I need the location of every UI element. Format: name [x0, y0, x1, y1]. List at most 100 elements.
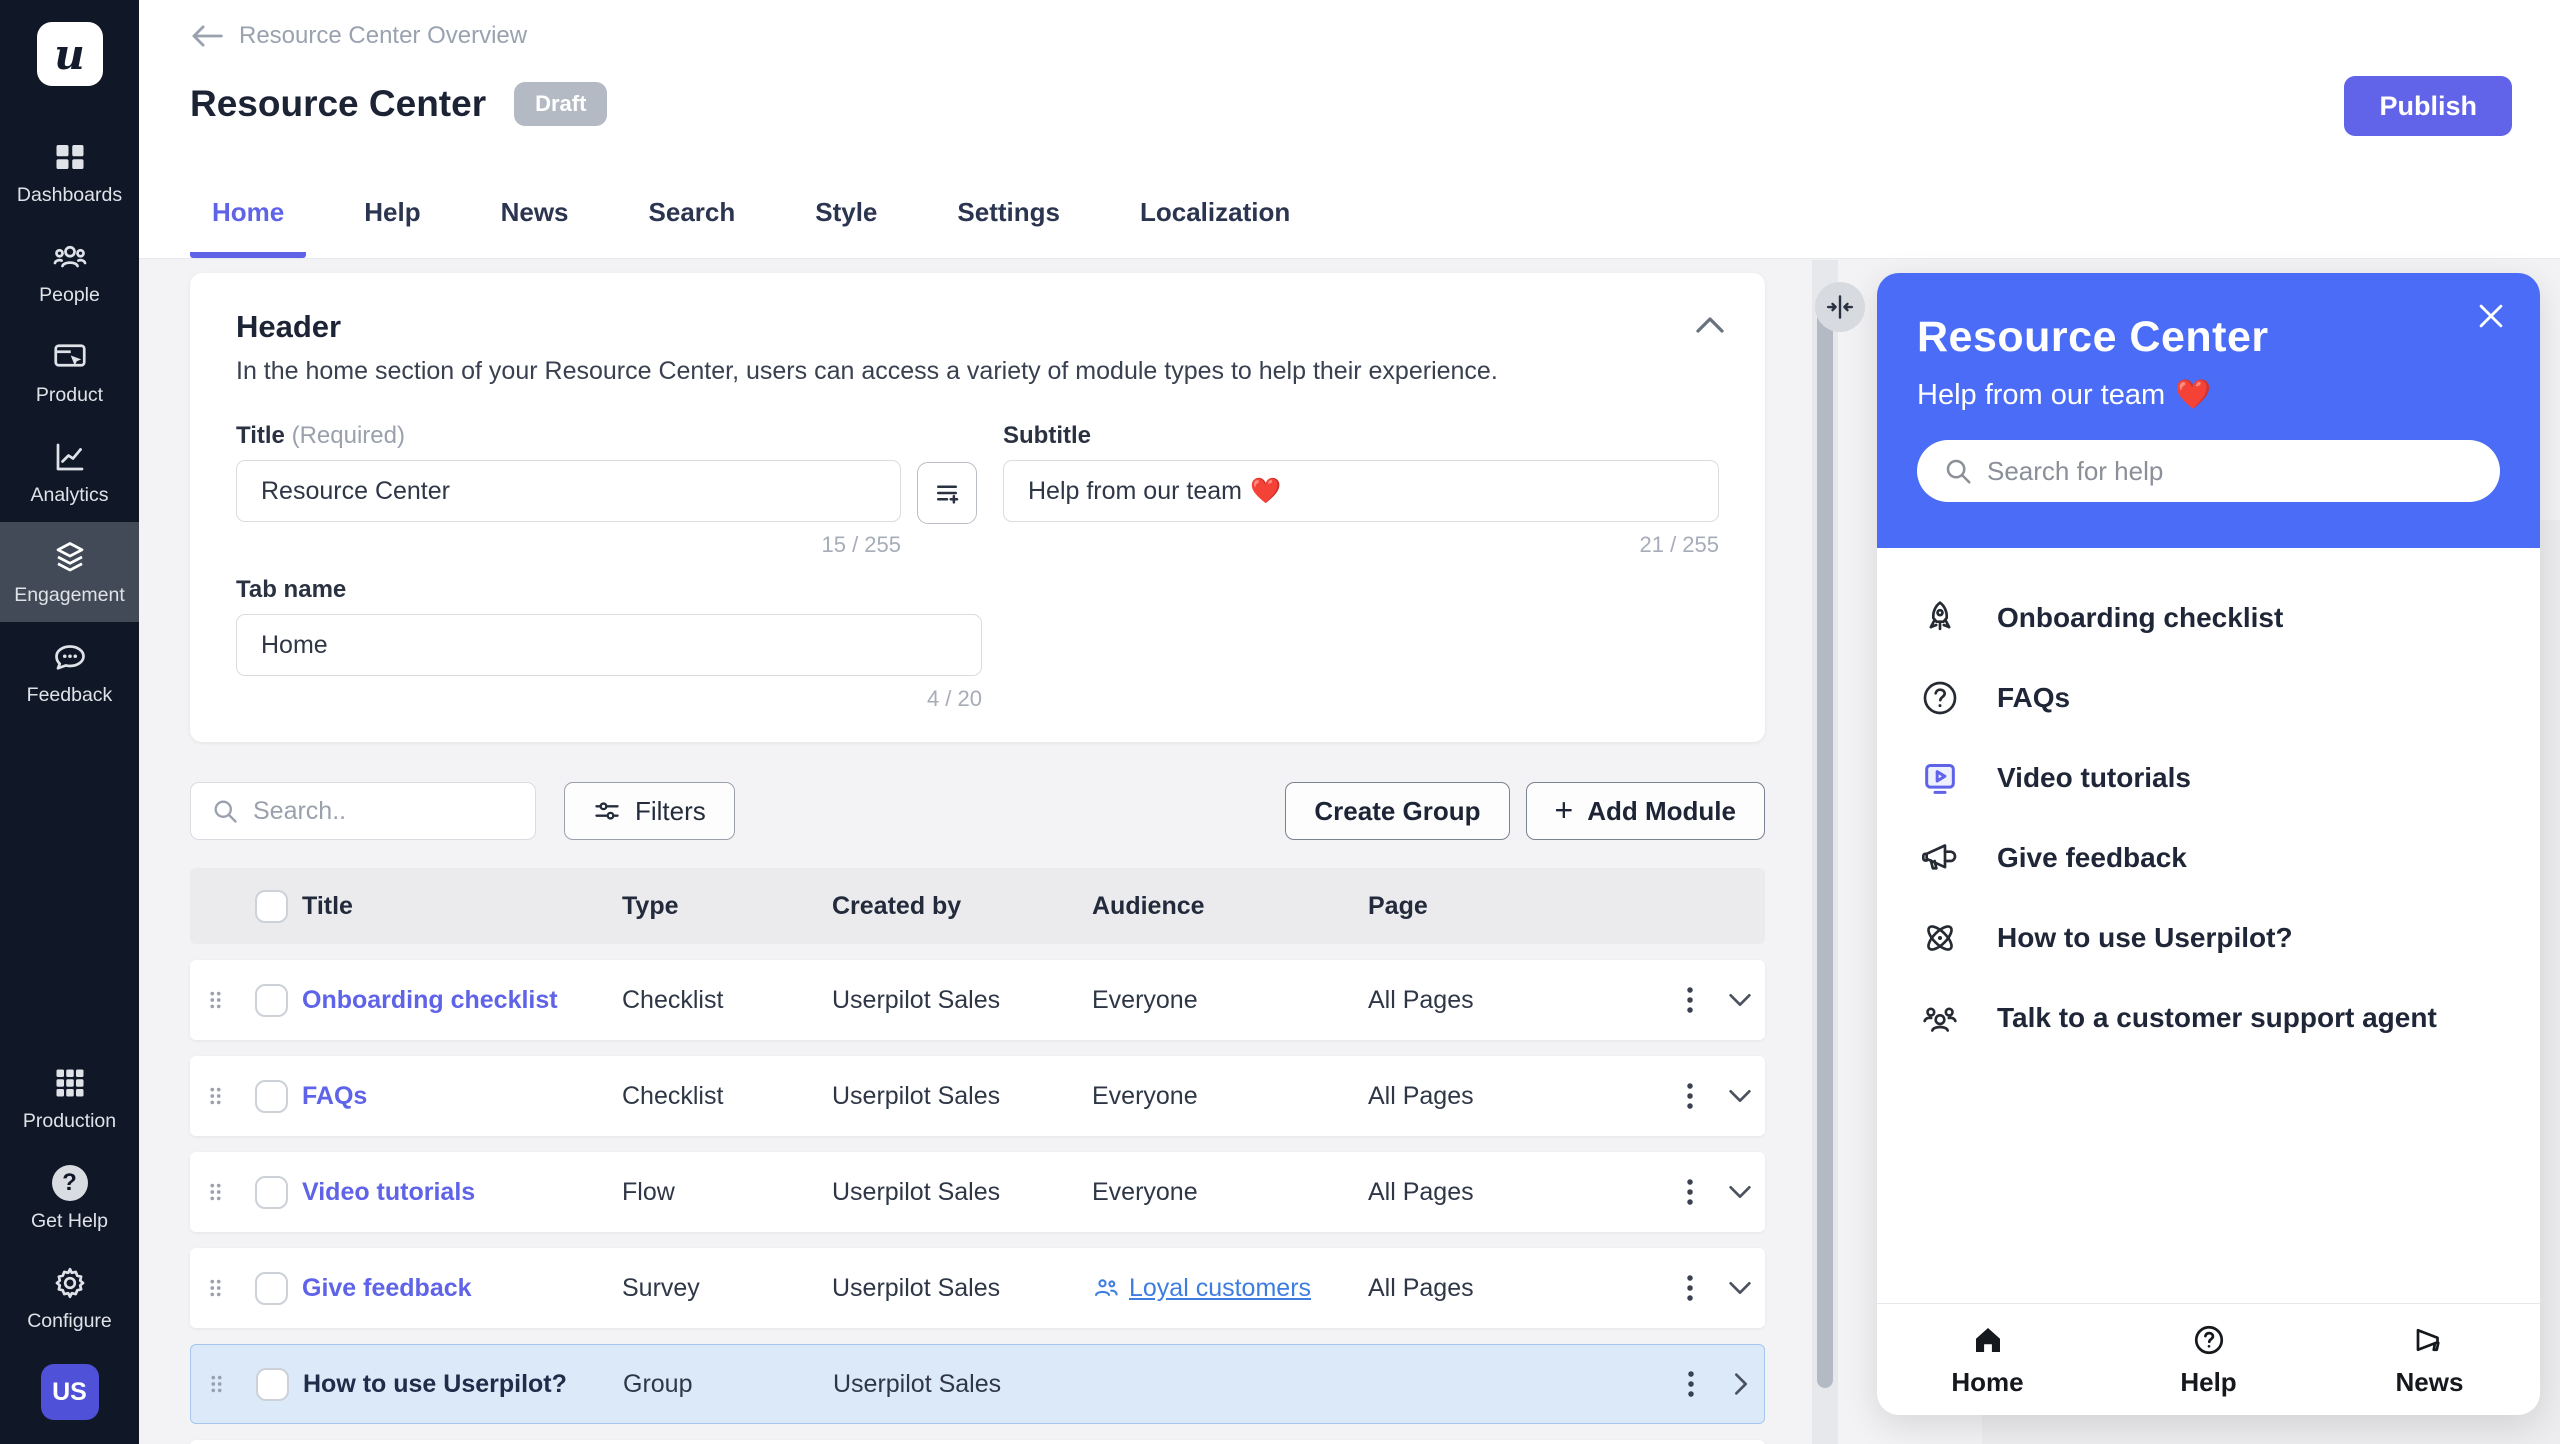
dashboards-icon	[52, 139, 88, 175]
publish-button[interactable]: Publish	[2344, 76, 2512, 136]
megaphone-icon	[1917, 838, 1963, 878]
modules-table-header: Title Type Created by Audience Page	[190, 868, 1765, 944]
drag-handle-icon[interactable]	[208, 1277, 223, 1299]
chevron-right-icon[interactable]	[1733, 1372, 1749, 1396]
collapse-preview-handle[interactable]	[1815, 282, 1865, 332]
product-icon	[52, 339, 88, 375]
module-created-by: Userpilot Sales	[832, 1178, 1092, 1207]
gear-icon	[52, 1265, 88, 1301]
title-char-counter: 15 / 255	[236, 532, 901, 558]
tab-help[interactable]: Help	[342, 197, 442, 258]
close-icon[interactable]	[2474, 299, 2508, 333]
row-checkbox[interactable]	[255, 1176, 288, 1209]
select-all-checkbox[interactable]	[255, 890, 288, 923]
sidebar-item-engagement[interactable]: Engagement	[0, 522, 139, 622]
module-title-link[interactable]: Give feedback	[302, 1274, 622, 1303]
drag-handle-icon[interactable]	[208, 1181, 223, 1203]
chevron-down-icon[interactable]	[1728, 1088, 1752, 1104]
sidebar-item-configure[interactable]: Configure	[0, 1248, 139, 1348]
megaphone-icon	[2412, 1322, 2448, 1358]
preview-item-faqs[interactable]: FAQs	[1917, 658, 2500, 738]
module-title-link[interactable]: Video tutorials	[302, 1178, 622, 1207]
header-settings-card: Header In the home section of your Resou…	[190, 273, 1765, 742]
preview-search-input[interactable]: Search for help	[1917, 440, 2500, 502]
table-row-partial[interactable]	[190, 1440, 1765, 1444]
table-row[interactable]: FAQs Checklist Userpilot Sales Everyone …	[190, 1056, 1765, 1136]
user-avatar[interactable]: US	[41, 1364, 99, 1420]
preview-tab-home[interactable]: Home	[1877, 1304, 2098, 1415]
drag-handle-icon[interactable]	[208, 1085, 223, 1107]
module-type: Survey	[622, 1274, 832, 1303]
content-scrollbar-thumb[interactable]	[1817, 300, 1833, 1388]
row-checkbox[interactable]	[255, 1080, 288, 1113]
chevron-down-icon[interactable]	[1728, 1184, 1752, 1200]
row-menu-button[interactable]	[1686, 1081, 1694, 1111]
question-circle-icon	[2191, 1322, 2227, 1358]
sidebar-item-analytics[interactable]: Analytics	[0, 422, 139, 522]
chevron-down-icon[interactable]	[1728, 992, 1752, 1008]
status-badge: Draft	[514, 82, 607, 126]
tab-name-input[interactable]: Home	[236, 614, 982, 676]
module-type: Flow	[622, 1178, 832, 1207]
audience-segment-link[interactable]: Loyal customers	[1092, 1274, 1368, 1303]
row-checkbox[interactable]	[256, 1368, 289, 1401]
breadcrumb[interactable]: Resource Center Overview	[190, 22, 527, 50]
preview-bottom-tabbar: Home Help News	[1877, 1303, 2540, 1415]
title-input[interactable]: Resource Center	[236, 460, 901, 522]
back-arrow-icon[interactable]	[190, 23, 224, 49]
row-checkbox[interactable]	[255, 984, 288, 1017]
sidebar-item-label: Get Help	[31, 1210, 108, 1233]
module-search-input[interactable]: Search..	[190, 782, 536, 840]
sidebar-item-feedback[interactable]: Feedback	[0, 622, 139, 722]
collapse-chevron-up-icon[interactable]	[1695, 315, 1725, 335]
tab-news[interactable]: News	[479, 197, 591, 258]
preview-item-onboarding-checklist[interactable]: Onboarding checklist	[1917, 578, 2500, 658]
create-group-button[interactable]: Create Group	[1285, 782, 1509, 840]
row-menu-button[interactable]	[1686, 985, 1694, 1015]
segment-people-icon	[1092, 1276, 1120, 1300]
chevron-down-icon[interactable]	[1728, 1280, 1752, 1296]
sidebar-item-production[interactable]: Production	[0, 1048, 139, 1148]
sidebar-item-label: Feedback	[27, 684, 113, 707]
sidebar-item-get-help[interactable]: ? Get Help	[0, 1148, 139, 1248]
rocket-icon	[1917, 598, 1963, 638]
row-menu-button[interactable]	[1686, 1273, 1694, 1303]
module-page: All Pages	[1368, 1178, 1668, 1207]
row-menu-button[interactable]	[1687, 1369, 1695, 1399]
row-checkbox[interactable]	[255, 1272, 288, 1305]
sidebar-item-product[interactable]: Product	[0, 322, 139, 422]
filters-button[interactable]: Filters	[564, 782, 735, 840]
column-created-by: Created by	[832, 892, 1092, 921]
preview-tab-help[interactable]: Help	[2098, 1304, 2319, 1415]
sidebar-item-people[interactable]: People	[0, 222, 139, 322]
table-row[interactable]: Give feedback Survey Userpilot Sales Loy…	[190, 1248, 1765, 1328]
drag-handle-icon[interactable]	[209, 1373, 224, 1395]
module-title-link[interactable]: FAQs	[302, 1082, 622, 1111]
tab-search[interactable]: Search	[627, 197, 758, 258]
app-sidebar: u Dashboards People Product Analytics En…	[0, 0, 139, 1444]
add-module-button[interactable]: +Add Module	[1526, 782, 1765, 840]
table-row-selected[interactable]: How to use Userpilot? Group Userpilot Sa…	[190, 1344, 1765, 1424]
tab-home[interactable]: Home	[190, 197, 306, 258]
preview-item-talk-to-support[interactable]: Talk to a customer support agent	[1917, 978, 2500, 1058]
preview-tab-news[interactable]: News	[2319, 1304, 2540, 1415]
tab-settings[interactable]: Settings	[935, 197, 1082, 258]
subtitle-input[interactable]: Help from our team❤️	[1003, 460, 1719, 522]
tab-localization[interactable]: Localization	[1118, 197, 1312, 258]
preview-item-give-feedback[interactable]: Give feedback	[1917, 818, 2500, 898]
tab-style[interactable]: Style	[793, 197, 899, 258]
subtitle-field-label: Subtitle	[1003, 422, 1719, 450]
module-title-link[interactable]: How to use Userpilot?	[303, 1370, 623, 1399]
userpilot-logo[interactable]: u	[37, 22, 103, 86]
table-row[interactable]: Onboarding checklist Checklist Userpilot…	[190, 960, 1765, 1040]
row-menu-button[interactable]	[1686, 1177, 1694, 1207]
drag-handle-icon[interactable]	[208, 989, 223, 1011]
insert-variable-button[interactable]	[917, 462, 977, 524]
table-row[interactable]: Video tutorials Flow Userpilot Sales Eve…	[190, 1152, 1765, 1232]
collapse-arrows-icon	[1825, 292, 1855, 322]
column-title: Title	[302, 892, 622, 921]
sidebar-item-dashboards[interactable]: Dashboards	[0, 122, 139, 222]
module-title-link[interactable]: Onboarding checklist	[302, 986, 622, 1015]
preview-item-how-to-use-userpilot[interactable]: How to use Userpilot?	[1917, 898, 2500, 978]
preview-item-video-tutorials[interactable]: Video tutorials	[1917, 738, 2500, 818]
